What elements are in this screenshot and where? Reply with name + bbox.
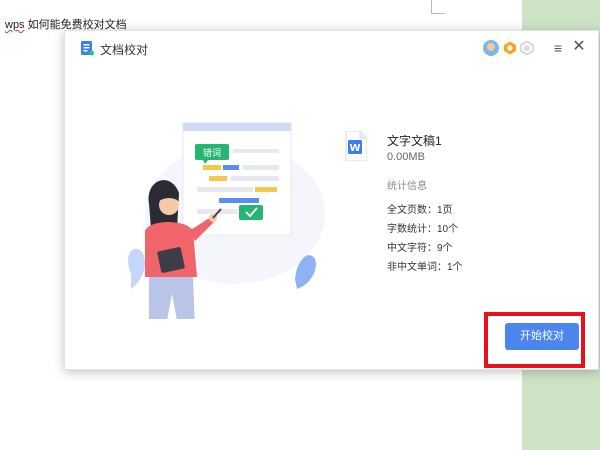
stat-page-count: 全文页数：1页 (387, 205, 453, 216)
dialog-titlebar[interactable]: 文档校对 ≡ ✕ (65, 31, 598, 65)
proofread-illustration: 错词 (128, 122, 325, 319)
misspelled-word[interactable]: wps (5, 19, 25, 31)
file-name: 文字文稿1 (387, 134, 442, 148)
statistics-title: 统计信息 (387, 181, 427, 192)
stat-non-chinese-words: 非中文单词：1个 (387, 262, 463, 273)
proofread-app-icon (81, 41, 94, 56)
dialog-title: 文档校对 (100, 43, 149, 57)
wps-document-icon: W (345, 131, 367, 161)
stat-word-count: 字数统计：10个 (387, 224, 459, 235)
close-icon[interactable]: ✕ (572, 39, 586, 55)
membership-badge-icon[interactable] (503, 41, 517, 55)
svg-text:W: W (349, 143, 360, 154)
file-size: 0.00MB (387, 151, 425, 163)
statistics-section: 统计信息 全文页数：1页 字数统计：10个 中文字符：9个 非中文单词：1个 (387, 177, 463, 277)
error-tag-label: 错词 (203, 147, 221, 159)
skin-icon[interactable] (520, 41, 534, 55)
user-avatar[interactable] (483, 40, 499, 56)
highlight-annotation-box (484, 312, 585, 368)
stat-chinese-chars: 中文字符：9个 (387, 243, 453, 254)
page-corner-mark (431, 0, 445, 14)
menu-icon[interactable]: ≡ (551, 40, 565, 56)
